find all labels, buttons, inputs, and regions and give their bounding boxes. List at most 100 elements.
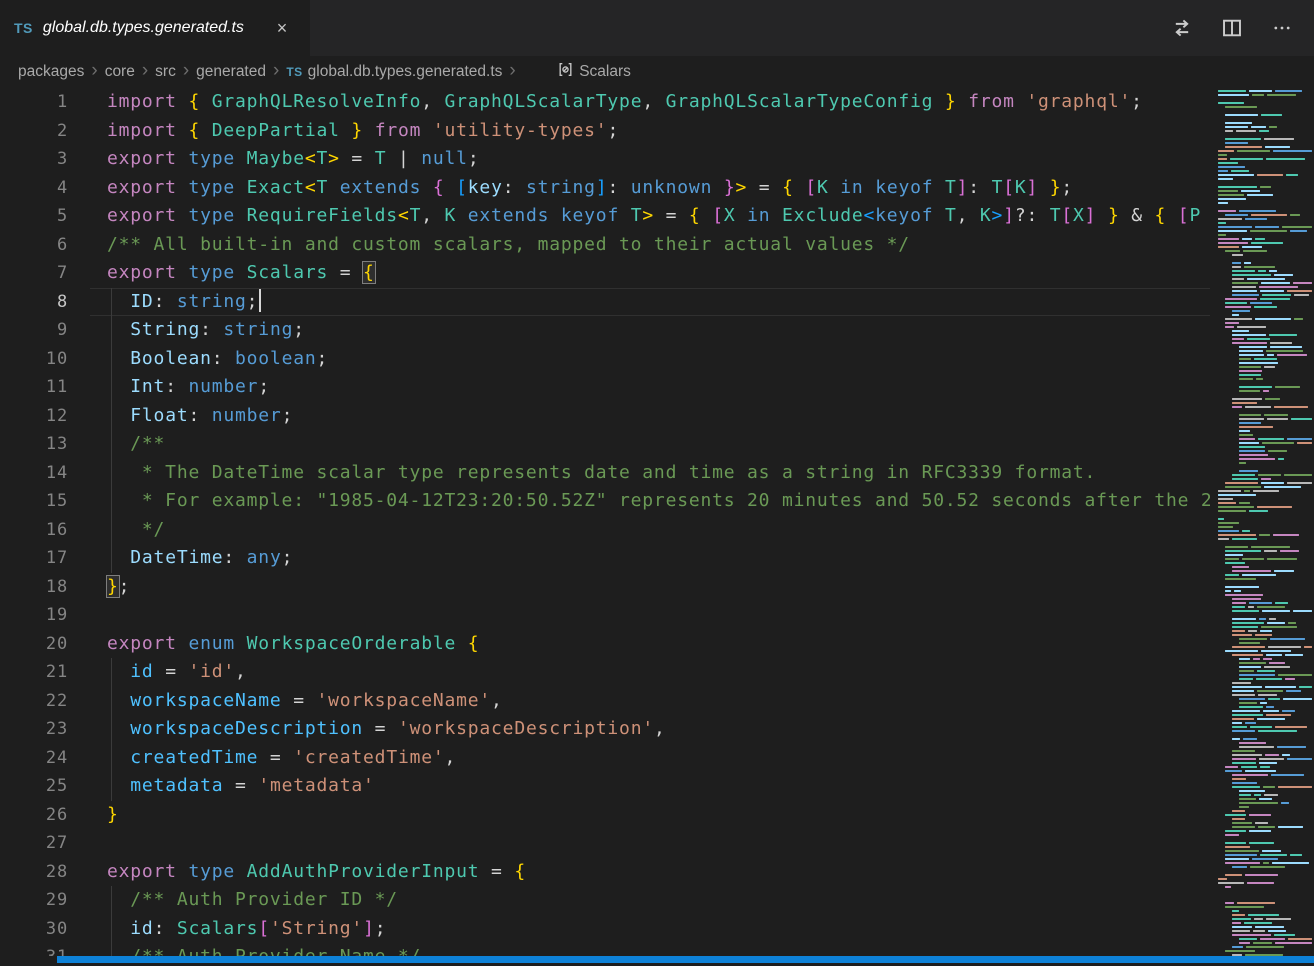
line-number[interactable]: 1 <box>0 88 90 117</box>
minimap-line <box>1218 626 1312 628</box>
line-number[interactable]: 9 <box>0 316 90 345</box>
minimap-line <box>1218 622 1312 624</box>
code-area[interactable]: 1import { GraphQLResolveInfo, GraphQLSca… <box>0 88 1210 956</box>
minimap-line <box>1218 286 1312 288</box>
minimap-line <box>1218 298 1312 300</box>
line-number[interactable]: 22 <box>0 687 90 716</box>
code-token <box>107 661 130 682</box>
code-token: { <box>1155 205 1178 226</box>
code-line[interactable]: Boolean: boolean; <box>90 345 1210 374</box>
line-number[interactable]: 24 <box>0 744 90 773</box>
line-number[interactable]: 13 <box>0 430 90 459</box>
code-token: [ <box>1061 205 1073 226</box>
line-number[interactable]: 16 <box>0 516 90 545</box>
code-token: = <box>654 205 689 226</box>
code-line[interactable]: export type AddAuthProviderInput = { <box>90 858 1210 887</box>
code-line[interactable]: id = 'id', <box>90 658 1210 687</box>
more-actions-icon[interactable] <box>1268 14 1296 42</box>
line-number[interactable]: 29 <box>0 886 90 915</box>
code-line[interactable]: * For example: "1985-04-12T23:20:50.52Z"… <box>90 487 1210 516</box>
minimap-line <box>1218 862 1312 864</box>
code-line[interactable] <box>90 829 1210 858</box>
breadcrumb-item-file[interactable]: TS global.db.types.generated.ts <box>286 63 502 81</box>
line-number[interactable]: 5 <box>0 202 90 231</box>
minimap-line <box>1218 890 1312 892</box>
code-token: type <box>188 148 246 169</box>
line-number[interactable]: 31 <box>0 943 90 956</box>
minimap[interactable] <box>1210 88 1314 956</box>
code-token: } <box>1108 205 1120 226</box>
code-line[interactable]: DateTime: any; <box>90 544 1210 573</box>
code-line[interactable]: }; <box>90 573 1210 602</box>
code-token: Maybe <box>247 148 305 169</box>
line-number[interactable]: 19 <box>0 601 90 630</box>
split-editor-icon[interactable] <box>1218 14 1246 42</box>
code-line[interactable]: /** Auth Provider Name */ <box>90 943 1210 956</box>
line-number[interactable]: 6 <box>0 231 90 260</box>
code-line[interactable]: } <box>90 801 1210 830</box>
breadcrumb-item-packages[interactable]: packages <box>18 63 84 81</box>
code-line[interactable]: /** <box>90 430 1210 459</box>
line-number[interactable]: 28 <box>0 858 90 887</box>
line-number[interactable]: 7 <box>0 259 90 288</box>
line-number[interactable]: 26 <box>0 801 90 830</box>
code-line[interactable]: createdTime = 'createdTime', <box>90 744 1210 773</box>
close-tab-icon[interactable]: × <box>270 16 294 40</box>
tab-global-db-types[interactable]: TS global.db.types.generated.ts × <box>0 0 310 56</box>
line-number[interactable]: 15 <box>0 487 90 516</box>
line-number[interactable]: 20 <box>0 630 90 659</box>
code-line[interactable]: /** Auth Provider ID */ <box>90 886 1210 915</box>
line-number[interactable]: 2 <box>0 117 90 146</box>
minimap-line <box>1218 210 1312 212</box>
code-line[interactable]: export type Exact<T extends { [key: stri… <box>90 174 1210 203</box>
compare-changes-icon[interactable] <box>1168 14 1196 42</box>
breadcrumb-item-src[interactable]: src <box>155 63 176 81</box>
line-number[interactable]: 30 <box>0 915 90 944</box>
line-number[interactable]: 23 <box>0 715 90 744</box>
minimap-line <box>1218 358 1312 360</box>
code-line[interactable]: workspaceDescription = 'workspaceDescrip… <box>90 715 1210 744</box>
code-line[interactable]: import { DeepPartial } from 'utility-typ… <box>90 117 1210 146</box>
code-token: GraphQLScalarType <box>445 91 643 112</box>
code-line[interactable]: /** All built-in and custom scalars, map… <box>90 231 1210 260</box>
code-line[interactable]: ID: string; <box>90 288 1210 317</box>
line-number[interactable]: 18 <box>0 573 90 602</box>
line-number[interactable]: 25 <box>0 772 90 801</box>
line-number[interactable]: 27 <box>0 829 90 858</box>
code-token: { <box>188 120 211 141</box>
code-token: 'workspaceName' <box>316 690 491 711</box>
line-number[interactable]: 11 <box>0 373 90 402</box>
code-token: } <box>945 91 957 112</box>
code-line[interactable]: * The DateTime scalar type represents da… <box>90 459 1210 488</box>
code-line[interactable]: Float: number; <box>90 402 1210 431</box>
code-line[interactable]: metadata = 'metadata' <box>90 772 1210 801</box>
code-line[interactable]: */ <box>90 516 1210 545</box>
minimap-line <box>1218 438 1312 440</box>
code-line[interactable]: Int: number; <box>90 373 1210 402</box>
minimap-line <box>1218 246 1312 248</box>
code-line[interactable]: import { GraphQLResolveInfo, GraphQLScal… <box>90 88 1210 117</box>
code-line[interactable]: String: string; <box>90 316 1210 345</box>
breadcrumb-item-generated[interactable]: generated <box>196 63 266 81</box>
line-number[interactable]: 14 <box>0 459 90 488</box>
minimap-line <box>1218 194 1312 196</box>
code-token: : <box>212 348 235 369</box>
code-line[interactable]: workspaceName = 'workspaceName', <box>90 687 1210 716</box>
code-line[interactable] <box>90 601 1210 630</box>
code-line[interactable]: export enum WorkspaceOrderable { <box>90 630 1210 659</box>
line-number[interactable]: 10 <box>0 345 90 374</box>
breadcrumb-item-core[interactable]: core <box>105 63 135 81</box>
line-number[interactable]: 4 <box>0 174 90 203</box>
line-number[interactable]: 3 <box>0 145 90 174</box>
code-line[interactable]: id: Scalars['String']; <box>90 915 1210 944</box>
code-line[interactable]: export type RequireFields<T, K extends k… <box>90 202 1210 231</box>
minimap-line <box>1218 518 1312 520</box>
line-number[interactable]: 12 <box>0 402 90 431</box>
line-number[interactable]: 21 <box>0 658 90 687</box>
minimap-line <box>1218 634 1312 636</box>
line-number[interactable]: 8 <box>0 288 90 317</box>
line-number[interactable]: 17 <box>0 544 90 573</box>
minimap-line <box>1218 178 1312 180</box>
code-line[interactable]: export type Scalars = { <box>90 259 1210 288</box>
code-line[interactable]: export type Maybe<T> = T | null; <box>90 145 1210 174</box>
